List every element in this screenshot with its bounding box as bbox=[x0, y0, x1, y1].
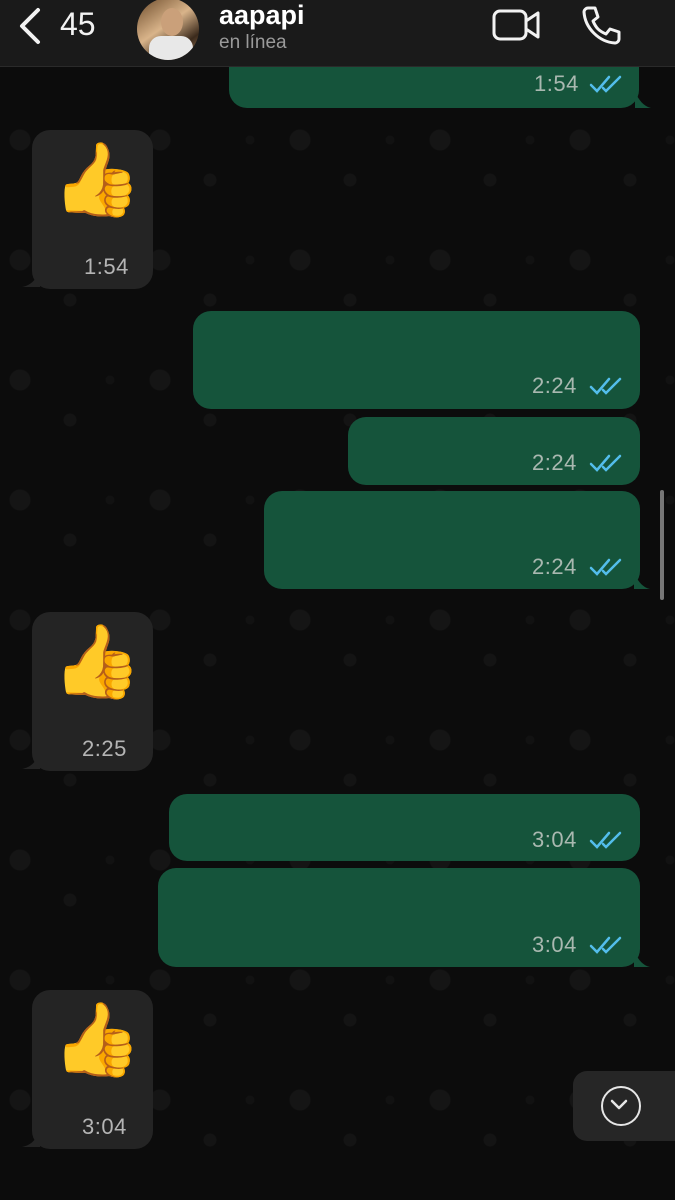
thumbs-up-emoji: 👍 bbox=[52, 1000, 142, 1080]
phone-icon bbox=[582, 6, 621, 45]
bubble-tail bbox=[22, 271, 40, 287]
thumbs-up-emoji: 👍 bbox=[52, 622, 142, 702]
message-time: 3:04 bbox=[532, 932, 577, 957]
video-call-button[interactable] bbox=[492, 8, 542, 42]
contact-status: en línea bbox=[219, 32, 287, 53]
contact-name[interactable]: aapapi bbox=[219, 0, 305, 31]
message-incoming[interactable]: 👍 1:54 bbox=[32, 130, 153, 289]
avatar[interactable] bbox=[137, 0, 199, 60]
message-time: 2:25 bbox=[82, 736, 127, 761]
bubble-tail bbox=[634, 573, 650, 589]
unread-count[interactable]: 45 bbox=[60, 6, 96, 43]
message-incoming[interactable]: 👍 2:25 bbox=[32, 612, 153, 771]
message-outgoing[interactable]: 3:04 bbox=[158, 868, 640, 967]
message-outgoing[interactable]: 2:24 bbox=[193, 311, 640, 409]
voice-call-button[interactable] bbox=[580, 4, 622, 46]
bubble-tail bbox=[22, 1131, 40, 1147]
thumbs-up-emoji: 👍 bbox=[52, 140, 142, 220]
back-button[interactable] bbox=[14, 6, 50, 46]
double-check-icon bbox=[589, 454, 622, 472]
message-time: 3:04 bbox=[532, 827, 577, 852]
message-time: 3:04 bbox=[82, 1114, 127, 1139]
message-time: 2:24 bbox=[532, 373, 577, 398]
video-camera-icon bbox=[492, 9, 540, 41]
double-check-icon bbox=[589, 75, 622, 93]
scrollbar[interactable] bbox=[660, 490, 664, 600]
message-time: 2:24 bbox=[532, 450, 577, 475]
message-incoming[interactable]: 👍 3:04 bbox=[32, 990, 153, 1149]
message-time: 1:54 bbox=[534, 71, 579, 96]
double-check-icon bbox=[589, 377, 622, 395]
double-check-icon bbox=[589, 558, 622, 576]
bubble-tail bbox=[635, 92, 651, 108]
message-time: 1:54 bbox=[84, 254, 129, 279]
message-outgoing[interactable]: 3:04 bbox=[169, 794, 640, 861]
chevron-down-icon bbox=[610, 1099, 628, 1110]
bubble-tail bbox=[634, 951, 650, 967]
double-check-icon bbox=[589, 936, 622, 954]
message-outgoing[interactable]: 2:24 bbox=[264, 491, 640, 589]
chevron-left-icon bbox=[20, 8, 40, 44]
scroll-to-bottom-button[interactable] bbox=[573, 1071, 675, 1141]
chat-header: 45 aapapi en línea bbox=[0, 0, 675, 67]
bubble-tail bbox=[22, 753, 40, 769]
double-check-icon bbox=[589, 831, 622, 849]
message-time: 2:24 bbox=[532, 554, 577, 579]
message-outgoing[interactable]: 2:24 bbox=[348, 417, 640, 485]
